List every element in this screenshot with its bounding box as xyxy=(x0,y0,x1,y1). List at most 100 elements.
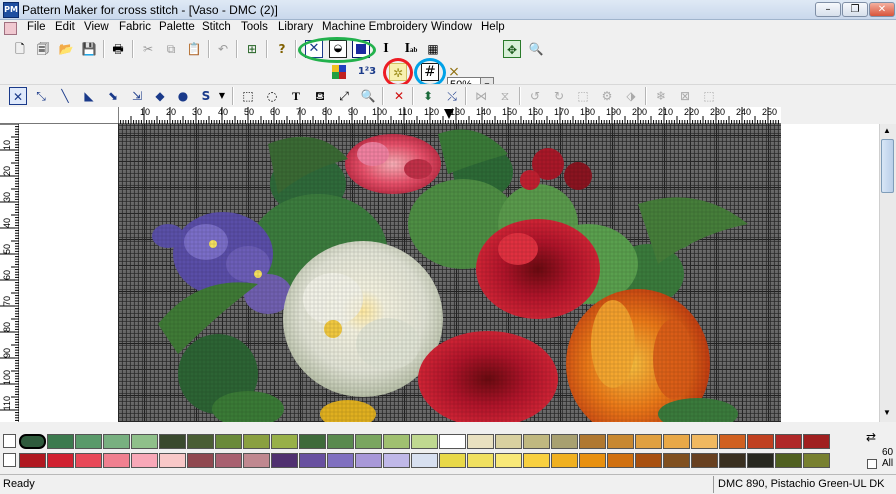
palette-swatch[interactable] xyxy=(411,434,438,449)
palette-swatch[interactable] xyxy=(523,434,550,449)
three-quarter-stitch-icon[interactable]: ⤡ xyxy=(32,87,50,105)
palette-swatch[interactable] xyxy=(327,453,354,468)
palette-swatch[interactable] xyxy=(215,434,242,449)
palette-swatch[interactable] xyxy=(747,453,774,468)
palette-swatch[interactable] xyxy=(663,434,690,449)
backstitch-view-icon[interactable]: ⨯ xyxy=(445,63,463,81)
special-stitch-icon[interactable]: S xyxy=(197,87,215,105)
palette-swatch[interactable] xyxy=(411,453,438,468)
palette-swatch[interactable] xyxy=(775,453,802,468)
flip-vertical-icon[interactable]: ⧖ xyxy=(496,87,514,105)
palette-swatch[interactable] xyxy=(103,434,130,449)
scroll-down-arrow-icon[interactable]: ▼ xyxy=(883,408,891,417)
new-file-icon[interactable]: 🗋 xyxy=(11,40,29,58)
numbered-stitches-icon[interactable]: 1²3 xyxy=(356,63,378,81)
fill-bucket-icon[interactable]: ⛾ xyxy=(311,87,329,105)
scroll-up-arrow-icon[interactable]: ▲ xyxy=(883,126,891,135)
palette-swatch[interactable] xyxy=(495,434,522,449)
bead-icon[interactable]: ● xyxy=(174,87,192,105)
close-button[interactable]: ✕ xyxy=(869,2,895,17)
palette-swatch[interactable] xyxy=(47,453,74,468)
rect-select-icon[interactable]: ⬚ xyxy=(239,87,257,105)
palette-swatch[interactable] xyxy=(131,434,158,449)
palette-swatch[interactable] xyxy=(719,434,746,449)
print-icon[interactable]: 🖶 xyxy=(109,40,127,58)
replace-color-icon[interactable]: ⬍ xyxy=(419,87,437,105)
delete-icon[interactable]: ✕ xyxy=(390,87,408,105)
help-pointer-icon[interactable]: ? xyxy=(273,40,291,58)
menu-palette[interactable]: Palette xyxy=(158,21,196,33)
palette-swatch[interactable] xyxy=(719,453,746,468)
crop-icon[interactable]: ⬚ xyxy=(700,87,718,105)
palette-swatch[interactable] xyxy=(663,453,690,468)
save-icon[interactable]: 💾 xyxy=(80,40,98,58)
cross-stitch-pattern[interactable] xyxy=(118,124,781,422)
cut-icon[interactable]: ✂ xyxy=(139,40,157,58)
palette-swatch[interactable] xyxy=(691,434,718,449)
palette-swatch[interactable] xyxy=(495,453,522,468)
palette-swatch[interactable] xyxy=(19,434,46,449)
palette-swatch[interactable] xyxy=(355,453,382,468)
palette-swatch[interactable] xyxy=(131,453,158,468)
all-checkbox[interactable] xyxy=(867,459,877,469)
menu-window[interactable]: Window xyxy=(430,21,473,33)
palette-swatch[interactable] xyxy=(327,434,354,449)
palette-swatch[interactable] xyxy=(775,434,802,449)
palette-scroll-left-icon[interactable] xyxy=(3,453,16,467)
minimize-button[interactable]: – xyxy=(815,2,841,17)
menu-library[interactable]: Library xyxy=(277,21,314,33)
zoom-magnifier-icon[interactable]: 🔍 xyxy=(527,40,545,58)
swap-arrows-icon[interactable]: ⇄ xyxy=(866,430,876,444)
menu-file[interactable]: File xyxy=(26,21,47,33)
half-stitch-icon[interactable]: ╲ xyxy=(56,87,74,105)
menu-machine-embroidery[interactable]: Machine Embroidery xyxy=(321,21,428,33)
palette-scroll-left-icon[interactable] xyxy=(3,434,16,448)
pattern-select-icon[interactable]: ⊠ xyxy=(676,87,694,105)
palette-swatch[interactable] xyxy=(299,453,326,468)
palette-swatch[interactable] xyxy=(579,453,606,468)
palette-swatch[interactable] xyxy=(691,453,718,468)
calendar-icon[interactable]: ▦ xyxy=(424,40,442,58)
copy-icon[interactable]: ⧉ xyxy=(162,40,180,58)
palette-swatch[interactable] xyxy=(243,434,270,449)
text-insert-icon[interactable]: T xyxy=(287,87,305,105)
palette-swatch[interactable] xyxy=(75,434,102,449)
ellipse-select-icon[interactable]: ◌ xyxy=(263,87,281,105)
flip-horizontal-icon[interactable]: ⋈ xyxy=(472,87,490,105)
palette-swatch[interactable] xyxy=(159,434,186,449)
palette-colors-icon[interactable] xyxy=(330,63,348,81)
palette-swatch[interactable] xyxy=(47,434,74,449)
undo-icon[interactable]: ↶ xyxy=(214,40,232,58)
palette-swatch[interactable] xyxy=(523,453,550,468)
french-knot-icon[interactable]: ◆ xyxy=(151,87,169,105)
palette-swatch[interactable] xyxy=(607,434,634,449)
palette-swatch[interactable] xyxy=(159,453,186,468)
palette-swatch[interactable] xyxy=(607,453,634,468)
palette-swatch[interactable] xyxy=(439,453,466,468)
palette-swatch[interactable] xyxy=(271,453,298,468)
transform-icon[interactable]: ⚙ xyxy=(598,87,616,105)
palette-swatch[interactable] xyxy=(551,453,578,468)
paste-icon[interactable]: 📋 xyxy=(185,40,203,58)
palette-swatch[interactable] xyxy=(551,434,578,449)
menu-stitch[interactable]: Stitch xyxy=(201,21,232,33)
palette-swatch[interactable] xyxy=(803,453,830,468)
text-style-icon[interactable]: Iab xyxy=(400,40,422,58)
zoom-tool-icon[interactable]: 🔍 xyxy=(359,87,377,105)
palette-swatch[interactable] xyxy=(579,434,606,449)
palette-swatch[interactable] xyxy=(383,434,410,449)
text-tool-icon[interactable]: I xyxy=(377,40,395,58)
rotate-right-icon[interactable]: ↻ xyxy=(550,87,568,105)
palette-swatch[interactable] xyxy=(187,453,214,468)
rotate-left-icon[interactable]: ↺ xyxy=(526,87,544,105)
petite-stitch-icon[interactable]: ⬊ xyxy=(104,87,122,105)
menu-view[interactable]: View xyxy=(83,21,110,33)
fit-window-icon[interactable]: ✥ xyxy=(503,40,521,58)
distort-icon[interactable]: ⬗ xyxy=(622,87,640,105)
menu-edit[interactable]: Edit xyxy=(54,21,76,33)
palette-swatch[interactable] xyxy=(439,434,466,449)
palette-swatch[interactable] xyxy=(187,434,214,449)
insert-icon[interactable]: ⊞ xyxy=(243,40,261,58)
quarter-stitch-icon[interactable]: ◣ xyxy=(80,87,98,105)
palette-swatch[interactable] xyxy=(19,453,46,468)
